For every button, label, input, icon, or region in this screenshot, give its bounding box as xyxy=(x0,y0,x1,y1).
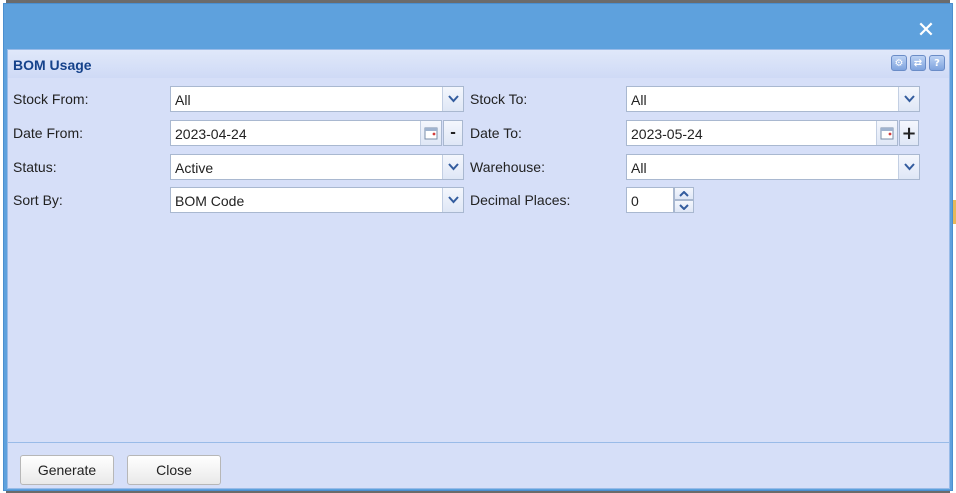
gear-icon[interactable]: ⚙ xyxy=(891,55,907,71)
bom-usage-dialog: ✕ BOM Usage ⚙ ⇄ ? Stock From: All Stock … xyxy=(3,3,953,491)
decimal-places-label: Decimal Places: xyxy=(470,192,571,208)
date-to-input[interactable]: 2023-05-24 xyxy=(626,120,898,146)
stock-to-value: All xyxy=(631,92,647,108)
date-to-label: Date To: xyxy=(470,125,522,141)
decimal-places-value: 0 xyxy=(631,193,639,209)
calendar-icon[interactable] xyxy=(420,121,441,145)
stock-to-label: Stock To: xyxy=(470,91,528,107)
warehouse-value: All xyxy=(631,160,647,176)
chevron-down-icon[interactable] xyxy=(442,188,463,212)
sort-by-label: Sort By: xyxy=(13,192,63,208)
decimal-places-spinner xyxy=(674,187,694,213)
decimal-places-input[interactable]: 0 xyxy=(626,187,674,213)
spinner-up-icon[interactable] xyxy=(674,187,694,200)
stock-from-label: Stock From: xyxy=(13,91,89,107)
date-to-value: 2023-05-24 xyxy=(631,126,703,142)
panel-tools: ⚙ ⇄ ? xyxy=(891,55,945,71)
footer-divider xyxy=(8,442,949,443)
status-value: Active xyxy=(175,160,214,176)
date-to-increment-button[interactable]: + xyxy=(899,120,919,146)
date-from-decrement-button[interactable]: - xyxy=(443,120,463,146)
refresh-icon[interactable]: ⇄ xyxy=(910,55,926,71)
date-from-value: 2023-04-24 xyxy=(175,126,247,142)
chevron-down-icon[interactable] xyxy=(898,87,919,111)
sort-by-value: BOM Code xyxy=(175,193,245,209)
panel-header: BOM Usage ⚙ ⇄ ? xyxy=(8,50,949,78)
sort-by-select[interactable]: BOM Code xyxy=(170,187,464,213)
warehouse-label: Warehouse: xyxy=(470,159,545,175)
date-from-label: Date From: xyxy=(13,125,84,141)
warehouse-select[interactable]: All xyxy=(626,154,920,180)
status-select[interactable]: Active xyxy=(170,154,464,180)
stock-from-value: All xyxy=(175,92,191,108)
generate-button[interactable]: Generate xyxy=(20,455,114,485)
stock-from-select[interactable]: All xyxy=(170,86,464,112)
close-icon[interactable]: ✕ xyxy=(916,20,936,42)
bom-usage-panel: BOM Usage ⚙ ⇄ ? Stock From: All Stock To… xyxy=(7,49,950,489)
status-label: Status: xyxy=(13,159,57,175)
stock-to-select[interactable]: All xyxy=(626,86,920,112)
close-button[interactable]: Close xyxy=(127,455,221,485)
chevron-down-icon[interactable] xyxy=(442,87,463,111)
calendar-icon[interactable] xyxy=(876,121,897,145)
chevron-down-icon[interactable] xyxy=(898,155,919,179)
chevron-down-icon[interactable] xyxy=(442,155,463,179)
help-icon[interactable]: ? xyxy=(929,55,945,71)
panel-title: BOM Usage xyxy=(13,57,92,73)
date-from-input[interactable]: 2023-04-24 xyxy=(170,120,442,146)
spinner-down-icon[interactable] xyxy=(674,200,694,213)
